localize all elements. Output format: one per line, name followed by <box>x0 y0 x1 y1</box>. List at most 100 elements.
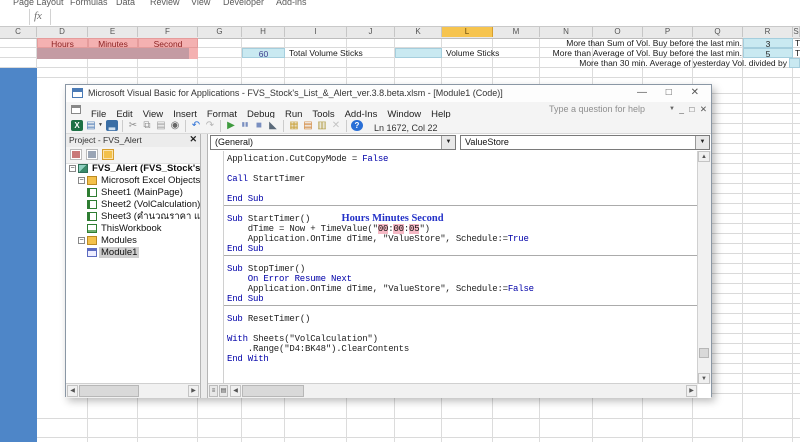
tree-row[interactable]: − FVS_Alert (FVS_Stock's_Lis <box>66 163 200 175</box>
help-icon[interactable]: ? <box>350 120 363 131</box>
procedure-view-icon[interactable]: ≡ <box>209 385 218 397</box>
cell-s3-clipped[interactable]: T <box>795 48 800 58</box>
undo-icon[interactable]: ↶ <box>189 119 203 132</box>
procedure-dropdown[interactable]: ValueStore ▼ <box>460 135 710 150</box>
column-header-C[interactable]: C <box>0 27 37 37</box>
scrollbar-thumb[interactable] <box>79 385 139 397</box>
excel-icon[interactable]: X <box>71 120 83 131</box>
name-box[interactable] <box>0 9 30 25</box>
code-horizontal-scrollbar[interactable]: ≡ ▤ ◀ ▶ <box>208 383 698 398</box>
project-explorer-icon[interactable]: ▦ <box>287 119 301 132</box>
save-icon[interactable]: ▂ <box>105 120 118 131</box>
highlighted-column-c[interactable] <box>0 68 37 442</box>
cell-hours[interactable]: Hours <box>37 38 88 49</box>
tree-row[interactable]: − Microsoft Excel Objects <box>66 175 200 187</box>
ribbon-tab-add-ins[interactable]: Add-ins <box>276 0 307 7</box>
column-header-J[interactable]: J <box>347 27 395 37</box>
column-header-G[interactable]: G <box>198 27 242 37</box>
cell-s2-clipped[interactable]: T <box>795 38 800 48</box>
tree-row[interactable]: Sheet1 (MainPage) <box>66 187 200 199</box>
scroll-left-icon[interactable]: ◀ <box>67 385 78 397</box>
project-close-icon[interactable]: ✕ <box>189 134 197 145</box>
scrollbar-thumb[interactable] <box>242 385 304 397</box>
cell-timer-seconds[interactable]: 60 <box>242 48 285 59</box>
label-total-volume-sticks[interactable]: Total Volume Sticks <box>289 48 399 58</box>
column-header-P[interactable]: P <box>643 27 693 37</box>
tree-item-microsoft[interactable]: Microsoft Excel Objects <box>99 175 200 186</box>
column-header-F[interactable]: F <box>138 27 198 37</box>
tree-item-thisworkbook[interactable]: ThisWorkbook <box>99 223 164 234</box>
ribbon-tab-review[interactable]: Review <box>150 0 180 7</box>
chevron-down-icon[interactable]: ▼ <box>98 122 103 128</box>
label-average-rule[interactable]: More than Average of Vol. Buy before the… <box>510 48 742 58</box>
redo-icon[interactable]: ↷ <box>203 119 217 132</box>
insert-object-icon[interactable]: ▤ <box>84 119 98 132</box>
column-header-Q[interactable]: Q <box>693 27 743 37</box>
chevron-down-icon[interactable]: ▼ <box>695 136 709 149</box>
mdi-close-icon[interactable]: ✕ <box>700 104 707 114</box>
pause-icon[interactable]: ▮▮ <box>238 119 252 132</box>
tree-item-modules[interactable]: Modules <box>99 235 139 246</box>
copy-icon[interactable]: ⧉ <box>140 119 154 132</box>
code-vertical-scrollbar[interactable]: ▲ ▼ <box>697 151 711 384</box>
code-editor[interactable]: Application.CutCopyMode = False Call Star… <box>224 151 698 384</box>
tree-collapse-icon[interactable]: − <box>78 236 85 244</box>
cell-sum-rule-value[interactable]: 3 <box>743 38 793 49</box>
view-object-icon[interactable] <box>86 149 98 160</box>
cell-minutes[interactable]: Minutes <box>88 38 138 49</box>
scroll-right-icon[interactable]: ▶ <box>686 385 697 397</box>
column-header-N[interactable]: N <box>540 27 593 37</box>
scroll-down-icon[interactable]: ▼ <box>698 373 710 384</box>
tree-item-sheet2[interactable]: Sheet2 (VolCalculation) <box>99 199 200 210</box>
ribbon-tab-page-layout[interactable]: Page Layout <box>13 0 64 7</box>
vba-title-bar[interactable]: Microsoft Visual Basic for Applications … <box>66 85 711 102</box>
tree-row[interactable]: ThisWorkbook <box>66 223 200 235</box>
scrollbar-thumb[interactable] <box>699 348 709 358</box>
column-header-K[interactable]: K <box>395 27 442 37</box>
tree-row[interactable]: Sheet2 (VolCalculation) <box>66 199 200 211</box>
cut-icon[interactable]: ✂ <box>126 119 140 132</box>
view-code-icon[interactable] <box>70 149 82 160</box>
close-icon[interactable]: ✕ <box>691 87 699 98</box>
object-dropdown[interactable]: (General) ▼ <box>210 135 456 150</box>
chevron-down-icon[interactable]: ▼ <box>669 106 675 112</box>
pink-range-edge[interactable] <box>189 48 198 59</box>
stop-icon[interactable]: ■ <box>252 119 266 132</box>
scroll-right-icon[interactable]: ▶ <box>188 385 199 397</box>
scroll-up-icon[interactable]: ▲ <box>698 151 710 162</box>
ribbon-tab-formulas[interactable]: Formulas <box>70 0 108 7</box>
mdi-restore-icon[interactable]: □ <box>689 104 694 114</box>
column-header-R[interactable]: R <box>743 27 793 37</box>
tree-collapse-icon[interactable]: − <box>78 176 85 184</box>
tree-row[interactable]: Sheet3 (คำนวณราคา และ <box>66 211 200 223</box>
sheet-grid-bottom[interactable] <box>0 397 800 442</box>
ribbon-tab-view[interactable]: View <box>191 0 210 7</box>
maximize-icon[interactable]: □ <box>666 87 672 98</box>
tree-item-sheet3[interactable]: Sheet3 (คำนวณราคา และ <box>99 211 200 222</box>
tree-item-sheet1[interactable]: Sheet1 (MainPage) <box>99 187 185 198</box>
cell-30min-rule-value[interactable] <box>789 58 800 68</box>
object-browser-icon[interactable]: ▥ <box>315 119 329 132</box>
column-header-M[interactable]: M <box>493 27 540 37</box>
tree-collapse-icon[interactable]: − <box>69 164 76 172</box>
column-header-L[interactable]: L <box>442 27 493 37</box>
full-module-view-icon[interactable]: ▤ <box>219 385 228 397</box>
find-icon[interactable]: ◉ <box>168 119 182 132</box>
ribbon-tab-developer[interactable]: Developer <box>223 0 264 7</box>
mdi-minimize-icon[interactable]: _ <box>679 104 684 114</box>
cell-second[interactable]: Second <box>138 38 198 49</box>
selected-range[interactable] <box>37 48 189 59</box>
scroll-left-icon[interactable]: ◀ <box>230 385 241 397</box>
tree-item-fvs_alert[interactable]: FVS_Alert (FVS_Stock's_Lis <box>90 163 200 174</box>
label-30min-rule[interactable]: More than 30 min. Average of yesterday V… <box>530 58 787 68</box>
column-header-E[interactable]: E <box>88 27 138 37</box>
tree-row[interactable]: − Modules <box>66 235 200 247</box>
paste-icon[interactable]: ▤ <box>154 119 168 132</box>
column-header-H[interactable]: H <box>242 27 285 37</box>
chevron-down-icon[interactable]: ▼ <box>441 136 455 149</box>
tree-item-module1[interactable]: Module1 <box>99 247 140 258</box>
project-horizontal-scrollbar[interactable]: ◀ ▶ <box>66 383 200 398</box>
cell-average-rule-value[interactable]: 5 <box>743 48 793 59</box>
cell-volume-input[interactable] <box>395 48 442 58</box>
column-header-D[interactable]: D <box>37 27 88 37</box>
